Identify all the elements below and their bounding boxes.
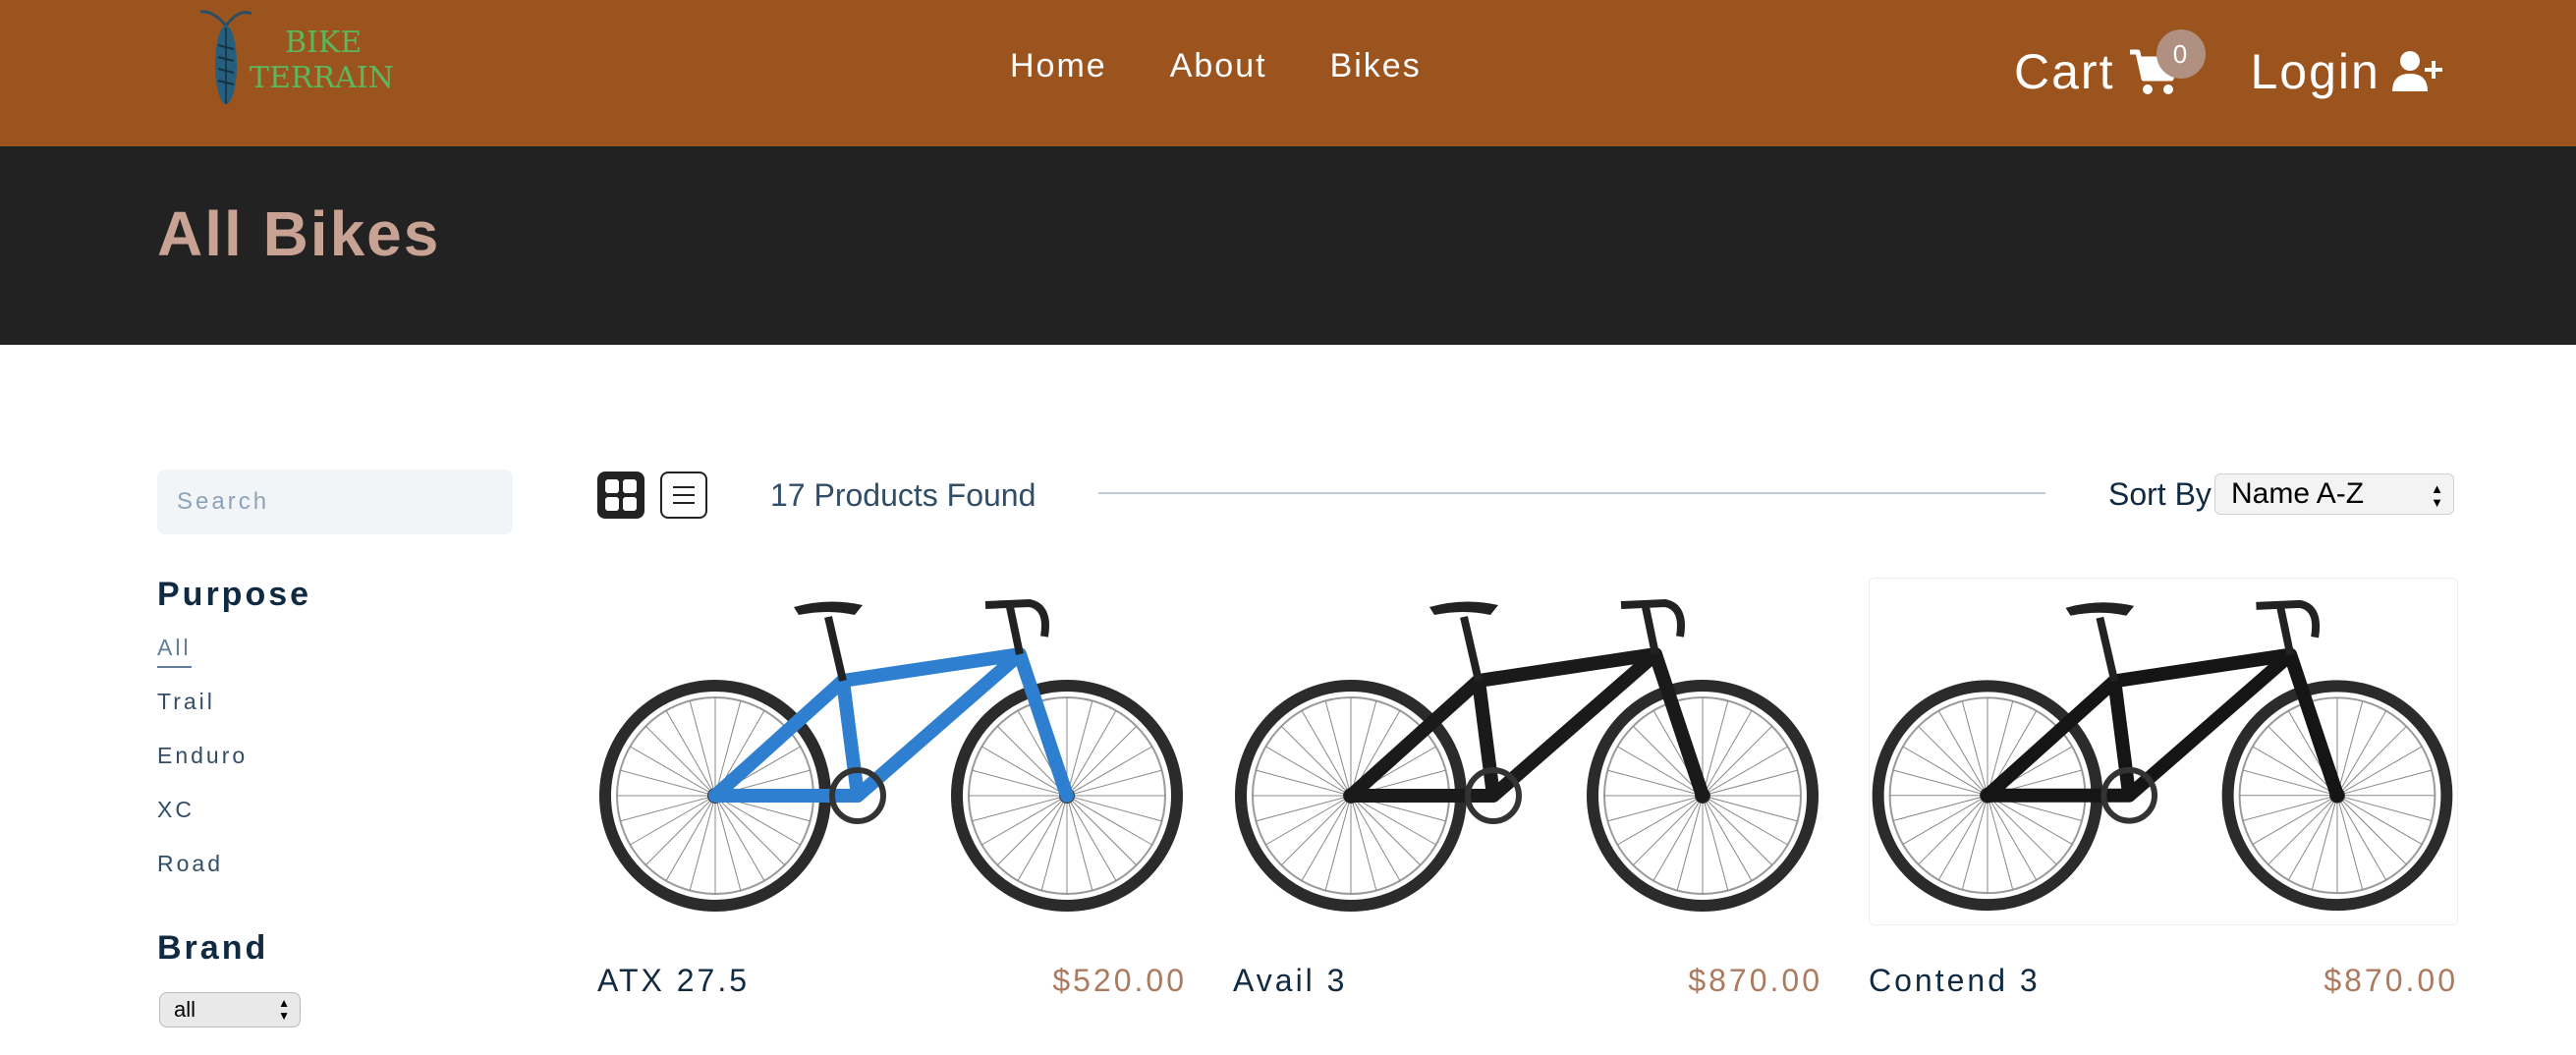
purpose-option-all[interactable]: All — [157, 635, 248, 689]
logo-line-1: BIKE — [285, 26, 363, 60]
select-arrows-icon: ▲ ▼ — [278, 996, 290, 1023]
product-name: ATX 27.5 — [597, 963, 751, 998]
purpose-option-road[interactable]: Road — [157, 851, 248, 905]
list-icon — [673, 486, 695, 488]
brand-filter-title: Brand — [157, 929, 269, 967]
purpose-option-trail[interactable]: Trail — [157, 689, 248, 743]
product-image[interactable] — [597, 578, 1187, 925]
product-card[interactable]: Avail 3 $870.00 — [1233, 578, 1822, 998]
cart-button[interactable]: Cart 0 — [2014, 29, 2206, 100]
product-name: Avail 3 — [1233, 963, 1348, 998]
purpose-option-xc[interactable]: XC — [157, 797, 248, 851]
nav-actions: Cart 0 Login — [2014, 29, 2443, 106]
sort-label: Sort By — [2108, 476, 2212, 512]
brand-select[interactable]: all ▲ ▼ — [159, 992, 301, 1027]
bike-logo-icon — [199, 10, 252, 104]
bike-image-icon — [599, 598, 1183, 912]
nav-link-bikes[interactable]: Bikes — [1330, 47, 1422, 85]
sort-select[interactable]: Name A-Z ▲ ▼ — [2214, 473, 2454, 515]
brand-select-value: all — [174, 997, 196, 1022]
login-label: Login — [2250, 44, 2380, 99]
main-nav: Home About Bikes — [1010, 47, 1422, 85]
navbar: BIKE TERRAIN Home About Bikes Cart 0 Log… — [0, 0, 2576, 146]
site-logo[interactable]: BIKE TERRAIN — [196, 6, 403, 108]
page-title: All Bikes — [157, 198, 441, 269]
page-hero: All Bikes — [0, 146, 2576, 345]
toolbar-divider — [1098, 492, 2045, 494]
product-footer: ATX 27.5 $520.00 — [597, 963, 1187, 999]
cart-count-badge: 0 — [2156, 29, 2206, 79]
purpose-filter-list: All Trail Enduro XC Road — [157, 635, 248, 905]
product-price: $870.00 — [1688, 963, 1822, 998]
product-image[interactable] — [1233, 578, 1822, 925]
grid-icon — [605, 479, 619, 493]
sort-select-value: Name A-Z — [2231, 477, 2365, 510]
bike-image-icon — [1235, 598, 1819, 912]
list-view-button[interactable] — [660, 472, 707, 519]
product-footer: Contend 3 $870.00 — [1869, 963, 2458, 999]
product-footer: Avail 3 $870.00 — [1233, 963, 1822, 999]
product-price: $520.00 — [1052, 963, 1187, 998]
logo-line-2: TERRAIN — [250, 61, 394, 95]
select-arrows-icon: ▲ ▼ — [2431, 481, 2443, 510]
grid-view-button[interactable] — [597, 472, 644, 519]
nav-link-about[interactable]: About — [1170, 47, 1267, 85]
cart-label: Cart — [2014, 44, 2115, 99]
login-button[interactable]: Login — [2250, 43, 2442, 100]
product-card[interactable]: Contend 3 $870.00 — [1869, 578, 2458, 998]
user-plus-icon — [2391, 51, 2442, 91]
product-card[interactable]: ATX 27.5 $520.00 — [597, 578, 1187, 998]
nav-link-home[interactable]: Home — [1010, 47, 1107, 85]
purpose-option-enduro[interactable]: Enduro — [157, 743, 248, 797]
products-found-count: 17 Products Found — [770, 477, 1036, 513]
bike-image-icon — [1872, 599, 2453, 912]
logo-text: BIKE TERRAIN — [250, 26, 394, 96]
product-price: $870.00 — [2324, 963, 2458, 998]
product-name: Contend 3 — [1869, 963, 2041, 998]
purpose-filter-title: Purpose — [157, 576, 312, 613]
product-image[interactable] — [1869, 578, 2458, 925]
search-input[interactable] — [157, 470, 513, 534]
